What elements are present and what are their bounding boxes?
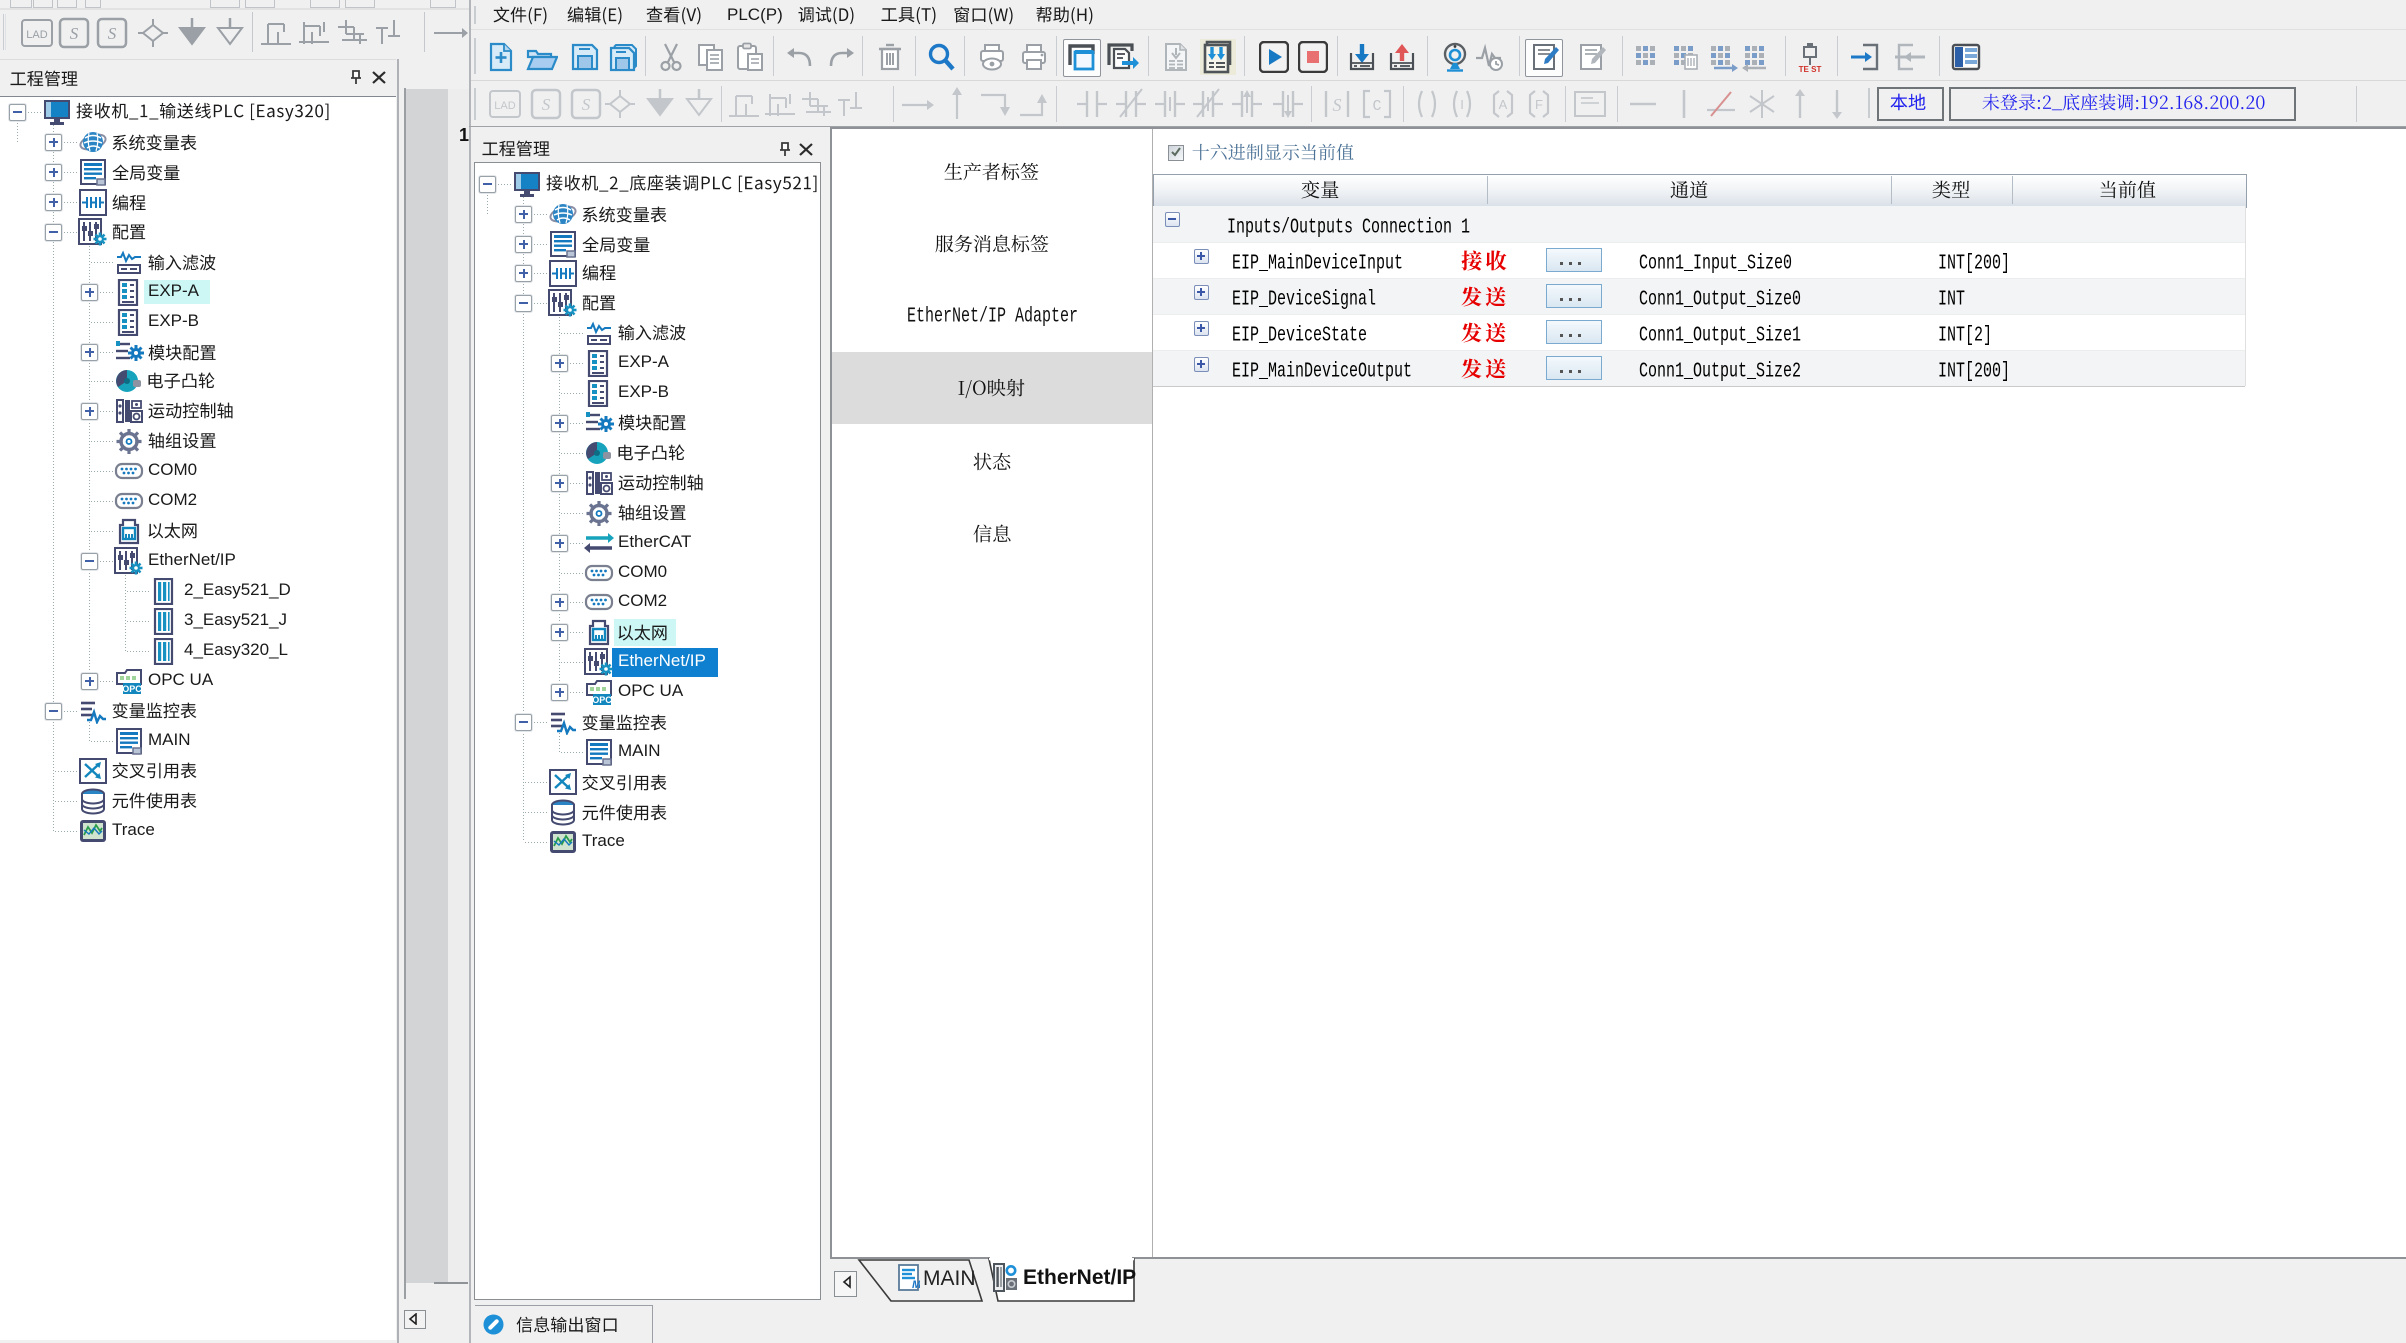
svg-text:S: S	[1333, 95, 1342, 115]
svg-text:LAD: LAD	[494, 100, 515, 112]
svg-text:I: I	[1460, 97, 1464, 112]
svg-text:A: A	[1499, 97, 1508, 112]
svg-text:S: S	[70, 24, 79, 43]
svg-text:S: S	[582, 95, 591, 114]
svg-text:S: S	[542, 95, 551, 114]
svg-text:C: C	[1372, 98, 1381, 115]
svg-text:OPC: OPC	[592, 695, 612, 705]
svg-text:OPC: OPC	[122, 684, 142, 694]
svg-text:LAD: LAD	[26, 29, 47, 41]
svg-text:F: F	[1535, 97, 1543, 112]
svg-text:M: M	[912, 1279, 920, 1291]
svg-text:S: S	[108, 24, 117, 43]
svg-text:TE ST: TE ST	[1799, 65, 1822, 73]
